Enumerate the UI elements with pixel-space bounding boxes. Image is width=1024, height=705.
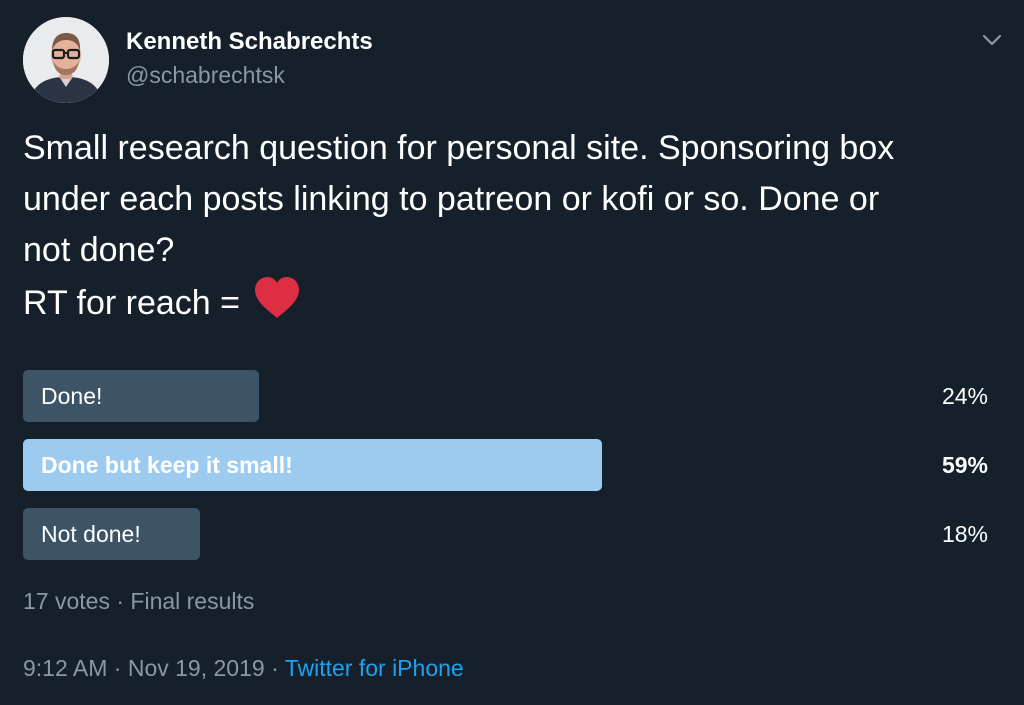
tweet-line: Small research question for personal sit… bbox=[23, 129, 895, 167]
separator-dot: · bbox=[116, 588, 125, 614]
poll-summary: 17 votes · Final results bbox=[23, 588, 254, 615]
profile-photo-icon bbox=[23, 17, 109, 103]
author-handle[interactable]: @schabrechtsk bbox=[126, 62, 285, 89]
tweet-line-last: RT for reach = bbox=[23, 276, 1008, 335]
poll-option-label: Done! bbox=[41, 383, 103, 409]
tweet-text: Small research question for personal sit… bbox=[23, 123, 1008, 335]
tweet-time[interactable]: 9:12 AM bbox=[23, 655, 107, 681]
chevron-down-icon bbox=[982, 34, 1002, 46]
poll-option-percent: 18% bbox=[941, 521, 988, 547]
poll-option-label: Not done! bbox=[41, 521, 141, 547]
heart-icon bbox=[253, 276, 301, 335]
vote-count: 17 votes bbox=[23, 588, 110, 614]
avatar[interactable] bbox=[23, 17, 109, 103]
tweet-date[interactable]: Nov 19, 2019 bbox=[128, 655, 265, 681]
separator-dot: · bbox=[113, 655, 122, 681]
poll-option-percent: 59% bbox=[941, 452, 988, 478]
poll-option-percent: 24% bbox=[941, 383, 988, 409]
source-link[interactable]: Twitter for iPhone bbox=[285, 655, 464, 681]
tweet-timestamp-row: 9:12 AM · Nov 19, 2019 · Twitter for iPh… bbox=[23, 655, 464, 682]
separator-dot: · bbox=[271, 655, 279, 681]
tweet-line: under each posts linking to patreon or k… bbox=[23, 180, 880, 218]
poll-status: Final results bbox=[130, 588, 255, 614]
author-name[interactable]: Kenneth Schabrechts bbox=[126, 28, 373, 56]
tweet-line: RT for reach = bbox=[23, 284, 241, 322]
tweet-line: not done? bbox=[23, 231, 175, 269]
poll-option-label: Done but keep it small! bbox=[41, 452, 293, 478]
tweet-menu-button[interactable] bbox=[976, 26, 1008, 54]
